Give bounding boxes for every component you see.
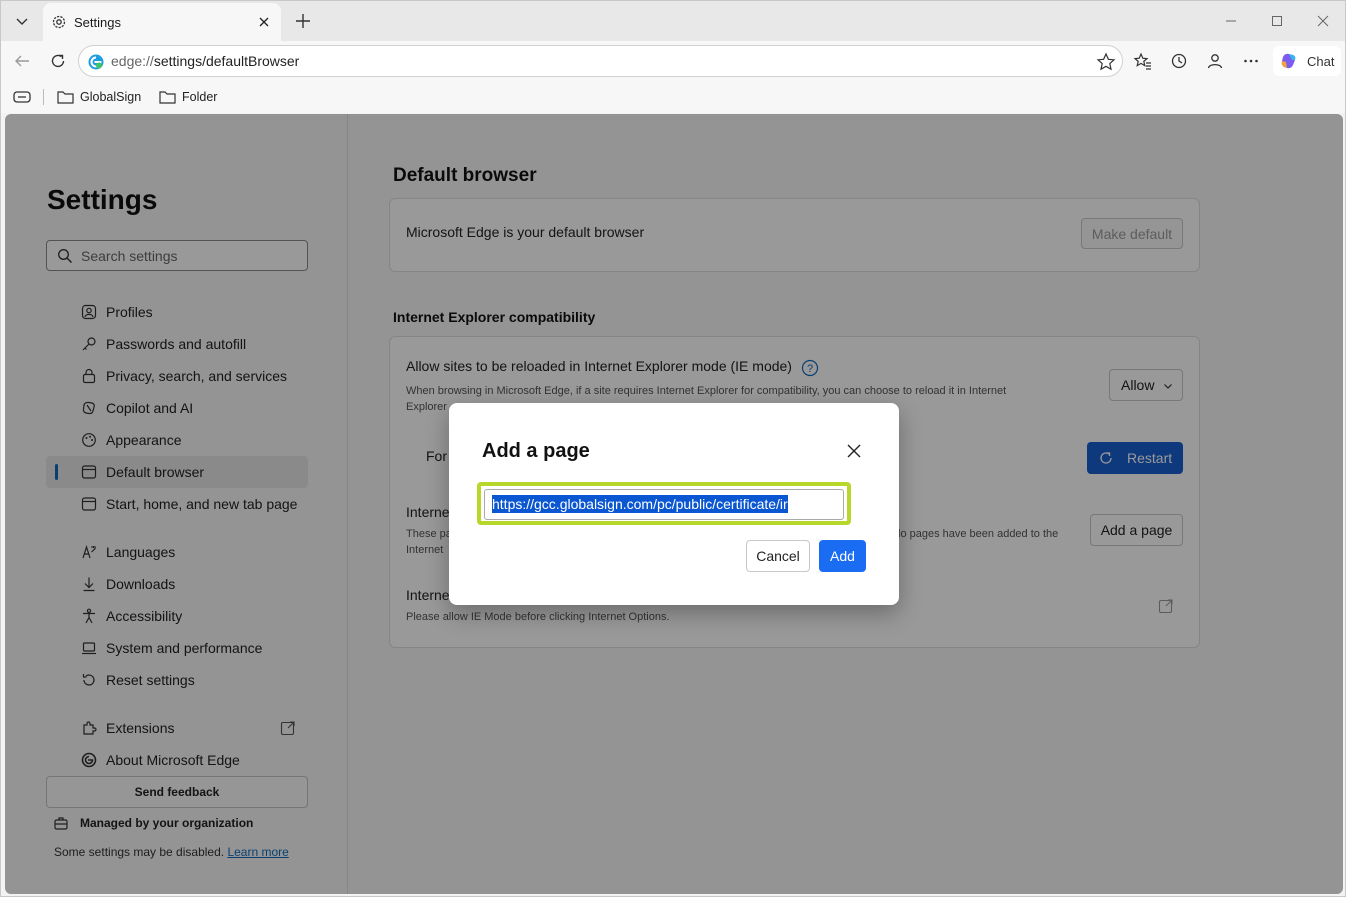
favorites-bar: GlobalSign Folder: [1, 81, 1345, 113]
add-page-dialog: Add a page https://gcc.globalsign.com/pc…: [449, 403, 899, 605]
close-icon: [1317, 15, 1329, 27]
favorites-separator: [43, 89, 44, 105]
favorite-label: Folder: [182, 90, 218, 104]
folder-icon: [159, 91, 176, 104]
address-protocol: edge://: [111, 53, 154, 69]
address-bar[interactable]: edge://settings/defaultBrowser: [78, 45, 1123, 77]
tab-list-button[interactable]: [7, 6, 37, 36]
back-button[interactable]: [7, 46, 37, 76]
refresh-button[interactable]: [43, 46, 73, 76]
favorite-globalsign[interactable]: GlobalSign: [57, 87, 141, 107]
address-path: settings/defaultBrowser: [153, 53, 300, 69]
history-button[interactable]: [1164, 46, 1194, 76]
gear-icon: [52, 15, 66, 29]
favorites-icon: [1133, 52, 1151, 70]
window-close-button[interactable]: [1303, 7, 1343, 35]
arrow-left-icon: [15, 55, 29, 67]
close-icon: [259, 17, 269, 27]
maximize-icon: [1272, 16, 1282, 26]
favorite-label: GlobalSign: [80, 90, 142, 104]
folder-icon: [57, 91, 74, 104]
profile-button[interactable]: [1200, 46, 1230, 76]
dialog-title: Add a page: [482, 440, 590, 462]
star-icon: [1096, 52, 1116, 71]
url-input[interactable]: https://gcc.globalsign.com/pc/public/cer…: [484, 489, 844, 520]
copilot-chat-button[interactable]: Chat: [1273, 46, 1341, 76]
dialog-close-button[interactable]: [847, 444, 861, 461]
close-icon: [847, 444, 861, 458]
minimize-icon: [1226, 20, 1236, 22]
chevron-down-icon: [16, 18, 28, 25]
url-input-value: https://gcc.globalsign.com/pc/public/cer…: [492, 495, 788, 513]
url-input-focus-ring: https://gcc.globalsign.com/pc/public/cer…: [477, 482, 851, 525]
copilot-icon: [1281, 53, 1296, 69]
browser-window: Settings edge://settings/defaultBrowser: [0, 0, 1346, 897]
cancel-button[interactable]: Cancel: [746, 540, 810, 572]
tab-settings[interactable]: Settings: [43, 3, 281, 41]
new-tab-button[interactable]: [291, 9, 315, 33]
profile-icon: [1207, 54, 1223, 69]
tab-close-button[interactable]: [255, 13, 273, 31]
favorite-folder[interactable]: Folder: [159, 87, 217, 107]
plus-icon: [296, 14, 310, 28]
collections-button[interactable]: [13, 87, 31, 107]
history-icon: [1171, 53, 1187, 69]
refresh-icon: [51, 54, 65, 68]
more-button[interactable]: [1236, 46, 1266, 76]
tab-strip: Settings: [1, 1, 1345, 41]
more-icon: [1244, 59, 1258, 63]
edge-logo-icon: [88, 54, 104, 70]
reading-list-icon: [13, 91, 31, 103]
maximize-button[interactable]: [1257, 7, 1297, 35]
minimize-button[interactable]: [1211, 7, 1251, 35]
toolbar: edge://settings/defaultBrowser Chat: [1, 41, 1345, 81]
add-button[interactable]: Add: [819, 540, 866, 572]
favorites-button[interactable]: [1128, 46, 1158, 76]
tab-title: Settings: [74, 14, 121, 30]
chat-label: Chat: [1307, 53, 1335, 69]
